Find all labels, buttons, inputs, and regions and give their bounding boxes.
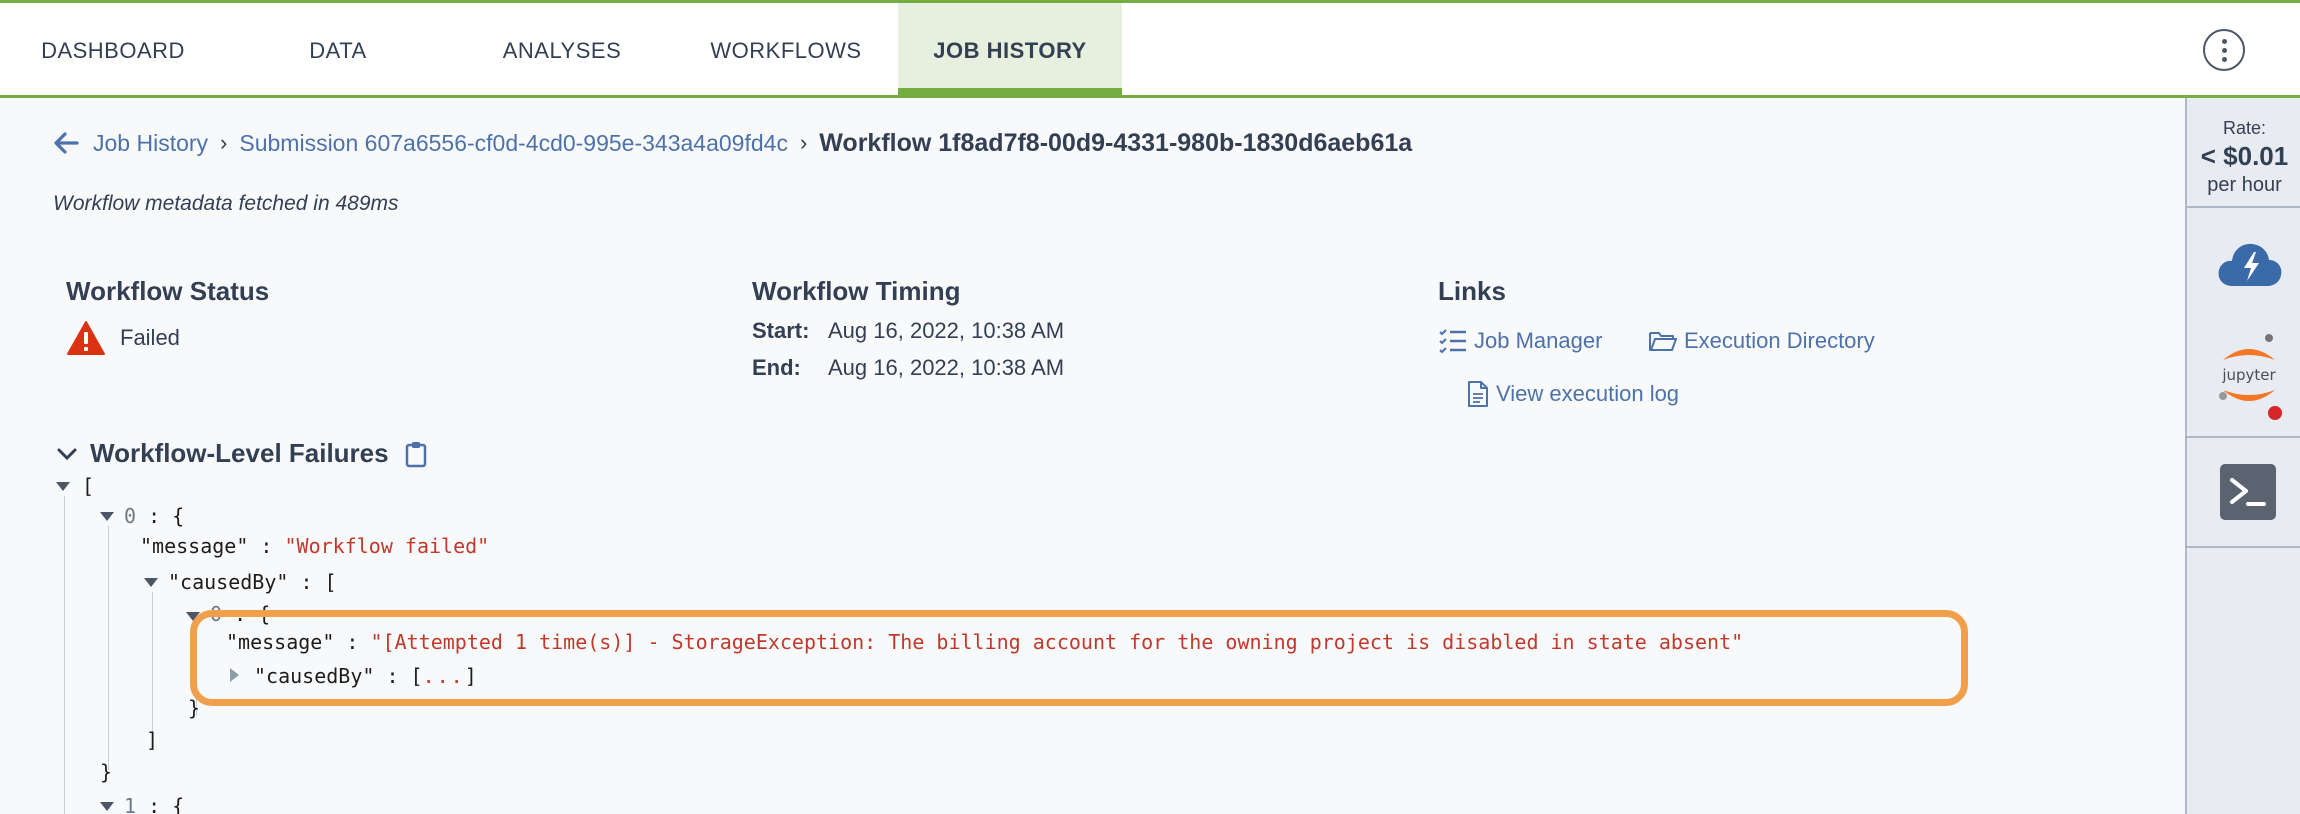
json-tree: [ 0 : { "message" : "Workflow failed" "c… (0, 98, 2185, 814)
tab-data[interactable]: DATA (226, 3, 450, 98)
tab-dashboard[interactable]: DASHBOARD (0, 3, 226, 98)
terminal-icon[interactable] (2220, 464, 2276, 520)
top-nav: DASHBOARD DATA ANALYSES WORKFLOWS JOB HI… (0, 0, 2300, 98)
cloud-lightning-icon[interactable] (2217, 238, 2283, 290)
json-line: 0 : { (124, 504, 185, 528)
highlight-box (190, 610, 1968, 706)
collapse-toggle[interactable] (100, 802, 114, 811)
tab-job-history[interactable]: JOB HISTORY (898, 3, 1122, 98)
kebab-menu-icon[interactable] (2203, 29, 2245, 71)
tab-workflows[interactable]: WORKFLOWS (674, 3, 898, 98)
tab-analyses[interactable]: ANALYSES (450, 3, 674, 98)
rail-divider (2187, 546, 2300, 548)
json-line: ] (146, 728, 159, 752)
json-line: "message" : "Workflow failed" (140, 534, 490, 558)
right-rail: Rate: < $0.01 per hour jupyter (2185, 98, 2300, 814)
collapse-toggle[interactable] (144, 578, 158, 587)
rail-divider (2187, 206, 2300, 208)
rail-divider (2187, 436, 2300, 438)
json-line: } (100, 760, 113, 784)
json-line: 1 : { (124, 794, 185, 814)
jupyter-icon[interactable]: jupyter (2209, 330, 2289, 426)
cost-rate: Rate: < $0.01 per hour (2187, 118, 2300, 197)
json-line: "causedBy" : [ (168, 570, 337, 594)
jupyter-label: jupyter (2221, 366, 2276, 384)
collapse-toggle[interactable] (56, 482, 70, 491)
main-content: Job History › Submission 607a6556-cf0d-4… (0, 98, 2185, 814)
rate-label: Rate: (2222, 118, 2267, 138)
json-line: [ (82, 474, 95, 498)
rate-value: < $0.01 (2200, 141, 2289, 171)
collapse-toggle[interactable] (100, 512, 114, 521)
rate-unit: per hour (2207, 174, 2282, 196)
